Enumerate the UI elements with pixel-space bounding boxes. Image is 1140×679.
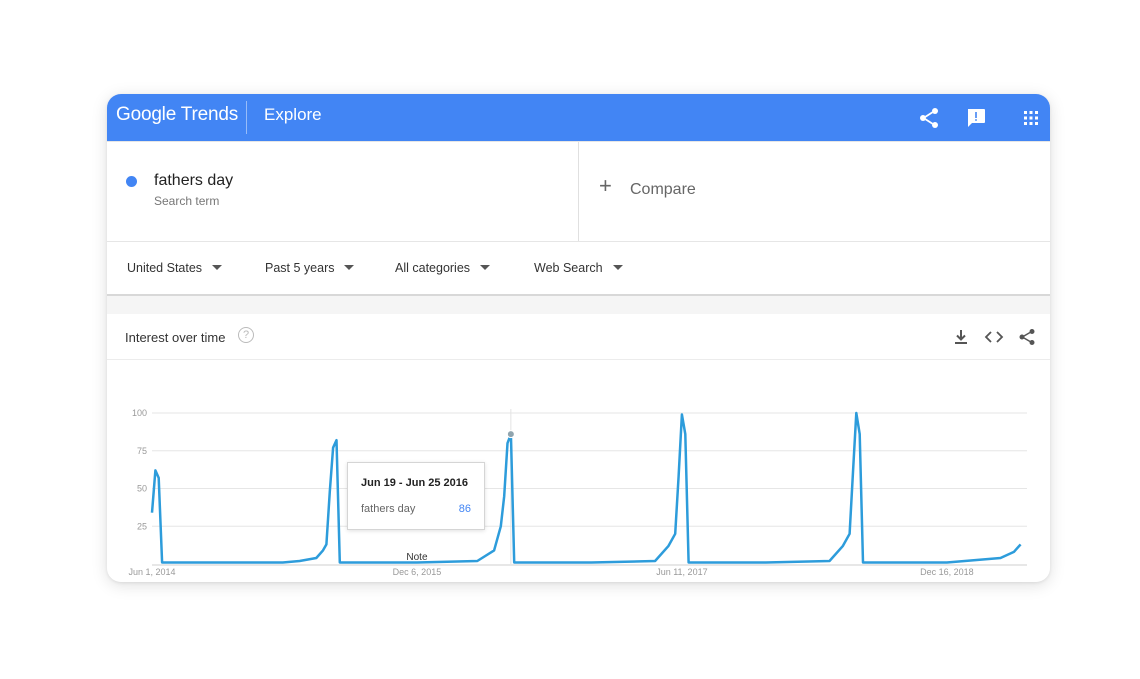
google-trends-logo[interactable]: Google Trends bbox=[116, 104, 238, 126]
y-tick-label: 75 bbox=[137, 446, 147, 456]
search-term-type: Search term bbox=[154, 194, 220, 208]
share-icon[interactable] bbox=[917, 106, 941, 130]
y-tick-label: 50 bbox=[137, 484, 147, 494]
chart-tooltip: Jun 19 - Jun 25 2016 fathers day 86 bbox=[347, 462, 485, 530]
dropdown-caret-icon bbox=[480, 265, 491, 270]
compare-button[interactable]: Compare bbox=[630, 181, 696, 199]
category-label: All categories bbox=[395, 261, 471, 275]
x-tick-label: Jun 11, 2017 bbox=[656, 567, 707, 577]
feedback-icon[interactable] bbox=[964, 106, 988, 130]
top-bar: Google Trends Explore bbox=[107, 94, 1050, 141]
trends-card: Google Trends Explore fathers day Search… bbox=[107, 94, 1050, 582]
dropdown-caret-icon bbox=[612, 265, 623, 270]
page-title: Explore bbox=[264, 105, 322, 124]
region-dropdown[interactable]: United States bbox=[127, 261, 223, 275]
time-dropdown[interactable]: Past 5 years bbox=[265, 261, 355, 275]
column-divider bbox=[578, 142, 579, 241]
tooltip-value: 86 bbox=[458, 503, 471, 515]
filter-bar: United States Past 5 years All categorie… bbox=[107, 241, 1050, 296]
x-tick-label: Dec 6, 2015 bbox=[393, 567, 442, 577]
tooltip-date: Jun 19 - Jun 25 2016 bbox=[361, 477, 468, 489]
search-terms-row: fathers day Search term + Compare bbox=[107, 141, 1050, 241]
x-tick-label: Jun 1, 2014 bbox=[128, 567, 175, 577]
property-dropdown[interactable]: Web Search bbox=[534, 261, 623, 275]
x-tick-label: Dec 16, 2018 bbox=[920, 567, 974, 577]
time-label: Past 5 years bbox=[265, 261, 335, 275]
interest-over-time-panel: Interest over time ? 25 50 75 100 Jun 1, 201… bbox=[107, 314, 1050, 582]
tooltip-term: fathers day bbox=[361, 503, 416, 515]
apps-icon[interactable] bbox=[1019, 106, 1043, 130]
y-tick-label: 25 bbox=[137, 521, 147, 531]
dropdown-caret-icon bbox=[212, 265, 223, 270]
search-term-input[interactable]: fathers day bbox=[154, 172, 233, 190]
property-label: Web Search bbox=[534, 261, 603, 275]
y-tick-label: 100 bbox=[132, 408, 147, 418]
series-color-dot bbox=[126, 176, 137, 187]
region-label: United States bbox=[127, 261, 203, 275]
plus-icon[interactable]: + bbox=[599, 175, 612, 197]
category-dropdown[interactable]: All categories bbox=[395, 261, 491, 275]
note-annotation[interactable]: Note bbox=[406, 552, 428, 563]
hover-point bbox=[506, 430, 515, 439]
interest-chart[interactable]: 25 50 75 100 Jun 1, 2014 Dec 6, 2015 Jun 11, 2… bbox=[107, 314, 1050, 582]
header-divider bbox=[246, 101, 247, 134]
series-line-fathers-day bbox=[150, 411, 1022, 564]
dropdown-caret-icon bbox=[344, 265, 355, 270]
